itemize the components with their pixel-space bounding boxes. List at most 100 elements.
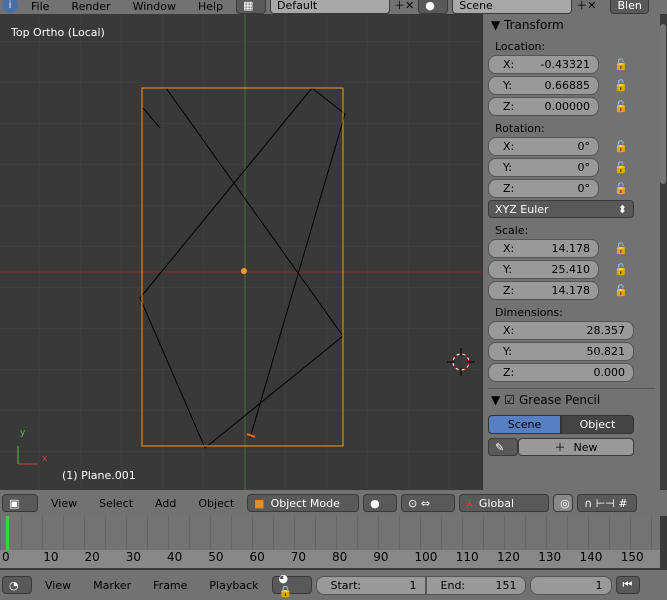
location-field[interactable]: X: -0.43321 <box>488 55 599 74</box>
dimensions-field[interactable]: X: 28.357 <box>488 321 634 340</box>
location-value: 0.00000 <box>544 100 591 113</box>
location-field[interactable]: Z: 0.00000 <box>488 97 599 116</box>
ruler-tick-label: 50 <box>208 550 224 564</box>
proportional-icon[interactable]: ◎ <box>553 494 574 512</box>
mode-select[interactable]: ■ Object Mode <box>247 494 360 512</box>
pencil-icon[interactable]: ✎ <box>488 438 518 456</box>
scale-value: 14.178 <box>551 284 591 297</box>
end-frame-field[interactable]: End: 151 <box>425 575 526 595</box>
ruler-tick-label: 40 <box>167 550 183 564</box>
axis-label: Y: <box>503 161 512 174</box>
ruler-tick-label: 100 <box>414 550 438 564</box>
shading-select[interactable]: ● <box>363 494 398 512</box>
tab-object[interactable]: Object <box>561 415 634 434</box>
scale-field[interactable]: Y: 25.410 <box>488 260 599 279</box>
menu-select[interactable]: Select <box>90 497 142 510</box>
menu-render[interactable]: Render <box>62 0 119 13</box>
location-field[interactable]: Y: 0.66885 <box>488 76 599 95</box>
viewport-header: ▣ View Select Add Object ■ Object Mode ● … <box>0 490 667 516</box>
add-scene-button[interactable]: ＋✕ <box>576 0 596 13</box>
rotation-field[interactable]: Z: 0° <box>488 179 599 198</box>
grease-pencil-checkbox[interactable]: ☑ <box>504 393 515 407</box>
ruler-tick-label: 90 <box>373 550 389 564</box>
axis-label: X: <box>503 242 515 255</box>
rotation-value: 0° <box>577 140 591 153</box>
layout-field[interactable]: Default <box>270 0 391 14</box>
panel-scrollbar[interactable] <box>660 14 667 490</box>
ruler-tick-label: 30 <box>125 550 142 564</box>
orientation-value: Global <box>478 496 514 510</box>
lock-icon[interactable]: 🔓 <box>611 79 631 92</box>
rotation-mode-select[interactable]: XYZ Euler ⬍ <box>488 200 634 218</box>
snap-select[interactable]: ∩ ⊢⊣ # <box>577 494 638 512</box>
jump-start-icon[interactable]: ⏮ <box>615 576 640 594</box>
lock-icon[interactable]: 🔓 <box>611 242 631 255</box>
ruler-tick-label: 120 <box>497 550 520 564</box>
scale-value: 14.178 <box>551 242 591 255</box>
3d-viewport[interactable]: Top Ortho (Local) (1) Plane.001 y x <box>0 14 482 490</box>
menu-file[interactable]: File <box>22 0 58 13</box>
menu-marker[interactable]: Marker <box>84 579 140 592</box>
menu-frame[interactable]: Frame <box>144 579 196 592</box>
timeline-editor-icon[interactable]: ◔ <box>2 576 32 594</box>
menu-window[interactable]: Window <box>124 0 185 13</box>
start-value: 1 <box>409 578 417 592</box>
frame-ruler[interactable]: 0 10 20 30 40 50 60 70 80 90 100 110 120 130 140 150 <box>0 550 660 568</box>
dimensions-field[interactable]: Y: 50.821 <box>488 342 634 361</box>
rotation-field[interactable]: Y: 0° <box>488 158 599 177</box>
ruler-tick-label: 0 <box>2 550 10 564</box>
start-label: Start: <box>330 578 362 592</box>
menu-playback[interactable]: Playback <box>200 579 267 592</box>
tab-scene[interactable]: Scene <box>488 415 561 434</box>
ruler-tick-label: 20 <box>84 550 100 564</box>
orientation-select[interactable]: ⅄ Global <box>459 494 550 512</box>
gizmo-y-label: y <box>20 428 26 438</box>
lock-icon[interactable]: 🔓 <box>611 182 631 195</box>
lock-icon[interactable]: 🔓 <box>611 284 631 297</box>
lock-icon[interactable]: 🔓 <box>611 100 631 113</box>
object-origin <box>241 268 247 274</box>
grease-pencil-title: Grease Pencil <box>519 393 601 407</box>
editor-type-icon[interactable]: ▣ <box>2 494 38 512</box>
engine-select[interactable]: Blen <box>610 0 649 14</box>
menu-help[interactable]: Help <box>189 0 232 13</box>
scale-field[interactable]: Z: 14.178 <box>488 281 599 300</box>
menu-view[interactable]: View <box>42 497 86 510</box>
scene-icon[interactable]: ● <box>418 0 449 14</box>
timeline[interactable] <box>0 516 660 550</box>
info-icon[interactable]: i <box>2 0 18 13</box>
rotation-label: Rotation: <box>495 122 545 135</box>
end-label: End: <box>440 578 466 592</box>
menu-object[interactable]: Object <box>189 497 243 510</box>
start-frame-field[interactable]: Start: 1 <box>315 575 426 595</box>
object-label: (1) Plane.001 <box>62 469 136 482</box>
dimensions-field[interactable]: Z: 0.000 <box>488 363 634 382</box>
scale-field[interactable]: X: 14.178 <box>488 239 599 258</box>
menu-add[interactable]: Add <box>146 497 185 510</box>
axis-label: X: <box>503 324 515 337</box>
ruler-tick-label: 130 <box>538 550 562 564</box>
lock-icon[interactable]: 🔓 <box>611 58 631 71</box>
new-button[interactable]: ＋ New <box>518 438 634 456</box>
current-frame-field[interactable]: 1 <box>529 575 612 595</box>
rotation-value: 0° <box>577 182 591 195</box>
current-frame-line[interactable] <box>6 516 9 550</box>
menu-tl-view[interactable]: View <box>36 579 80 592</box>
axis-label: X: <box>503 140 515 153</box>
add-layout-button[interactable]: ＋✕ <box>394 0 414 13</box>
new-label: New <box>573 440 598 454</box>
lock-icon[interactable]: 🔓 <box>611 140 631 153</box>
lock-icon[interactable]: 🔓 <box>611 161 631 174</box>
pivot-select[interactable]: ⊙ ⇔ <box>401 494 456 512</box>
layout-icon[interactable]: ▦ <box>236 0 267 14</box>
scene-field[interactable]: Scene <box>452 0 573 14</box>
ruler-tick-label: 110 <box>455 550 479 564</box>
grease-pencil-header[interactable]: ▼ ☑ Grease Pencil <box>483 389 660 411</box>
rotation-field[interactable]: X: 0° <box>488 137 599 156</box>
keying-lock-icon[interactable]: ◕ 🔒 <box>271 572 312 598</box>
lock-icon[interactable]: 🔓 <box>611 263 631 276</box>
transform-header[interactable]: ▼ Transform <box>483 14 660 36</box>
axis-label: Z: <box>503 366 515 379</box>
rotation-mode-value: XYZ Euler <box>495 202 549 216</box>
ruler-tick-label: 10 <box>43 550 59 564</box>
